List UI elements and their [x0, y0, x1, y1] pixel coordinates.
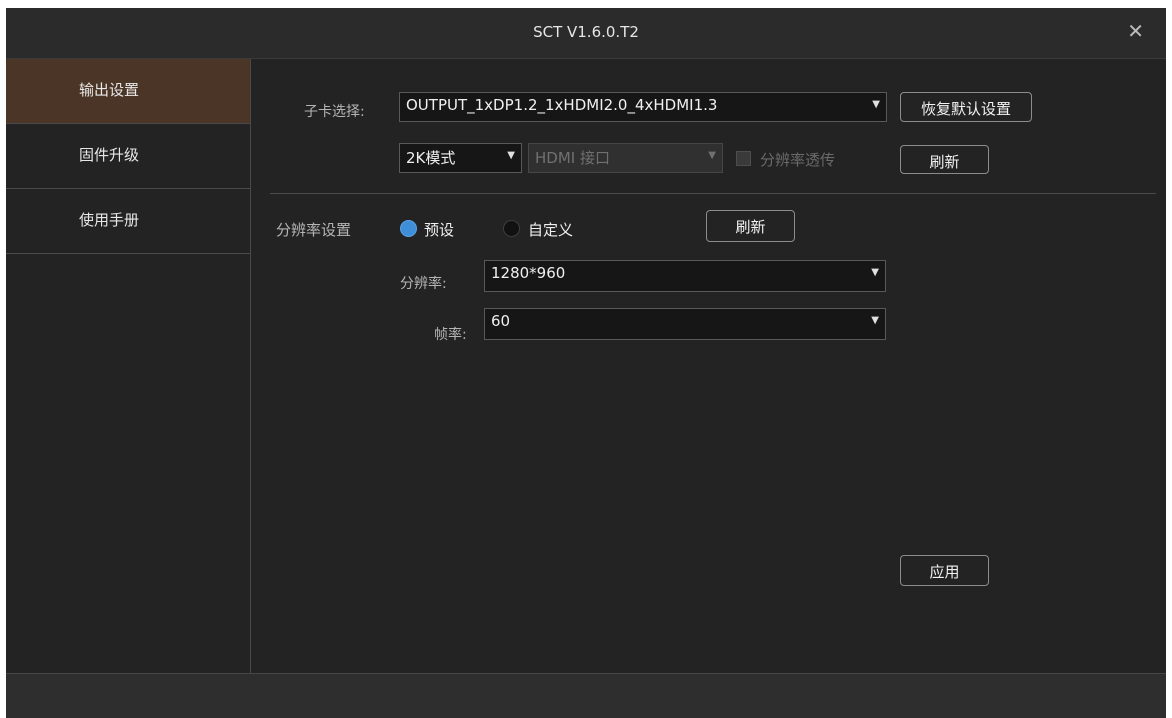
refresh-button-resolution[interactable]: 刷新	[706, 210, 795, 242]
sidebar-item-user-manual[interactable]: 使用手册	[6, 189, 250, 254]
app-window: SCT V1.6.0.T2 ✕ 输出设置 固件升级 使用手册 子卡选择: OUT…	[6, 8, 1166, 718]
chevron-down-icon: ▼	[871, 267, 879, 278]
chevron-down-icon: ▼	[708, 150, 716, 161]
frame-rate-select-value: 60	[491, 312, 511, 330]
close-icon[interactable]: ✕	[1127, 19, 1144, 43]
interface-select: HDMI 接口 ▼	[528, 143, 723, 173]
restore-defaults-button[interactable]: 恢复默认设置	[900, 92, 1032, 122]
subcard-select-value: OUTPUT_1xDP1.2_1xHDMI2.0_4xHDMI1.3	[406, 96, 718, 114]
subcard-select[interactable]: OUTPUT_1xDP1.2_1xHDMI2.0_4xHDMI1.3 ▼	[399, 92, 887, 122]
apply-button[interactable]: 应用	[900, 555, 989, 586]
custom-radio-label[interactable]: 自定义	[528, 219, 573, 240]
subcard-label: 子卡选择:	[304, 104, 365, 120]
divider	[270, 193, 1156, 194]
resolution-label: 分辨率:	[400, 276, 447, 292]
preset-radio[interactable]	[400, 220, 417, 237]
title-bar: SCT V1.6.0.T2 ✕	[6, 8, 1166, 59]
passthrough-label: 分辨率透传	[760, 151, 836, 169]
resolution-settings-label: 分辨率设置	[276, 221, 352, 239]
mode-select[interactable]: 2K模式 ▼	[399, 143, 522, 173]
preset-radio-label[interactable]: 预设	[424, 219, 454, 240]
custom-radio[interactable]	[503, 220, 520, 237]
frame-rate-select[interactable]: 60 ▼	[484, 308, 886, 340]
refresh-button-mode[interactable]: 刷新	[900, 145, 989, 174]
chevron-down-icon: ▼	[507, 150, 515, 161]
sidebar-item-label: 使用手册	[79, 211, 140, 229]
chevron-down-icon: ▼	[871, 315, 879, 326]
sidebar-item-output-settings[interactable]: 输出设置	[6, 59, 250, 124]
passthrough-checkbox	[736, 151, 751, 166]
window-title: SCT V1.6.0.T2	[533, 23, 639, 41]
sidebar-item-firmware-upgrade[interactable]: 固件升级	[6, 124, 250, 189]
status-bar	[6, 673, 1166, 718]
interface-select-value: HDMI 接口	[535, 149, 610, 167]
resolution-select[interactable]: 1280*960 ▼	[484, 260, 886, 292]
sidebar-item-label: 固件升级	[79, 146, 140, 164]
sidebar: 输出设置 固件升级 使用手册	[6, 59, 251, 673]
resolution-select-value: 1280*960	[491, 264, 566, 282]
frame-rate-label: 帧率:	[434, 327, 467, 343]
mode-select-value: 2K模式	[406, 149, 456, 167]
sidebar-item-label: 输出设置	[79, 81, 140, 99]
chevron-down-icon: ▼	[872, 99, 880, 110]
